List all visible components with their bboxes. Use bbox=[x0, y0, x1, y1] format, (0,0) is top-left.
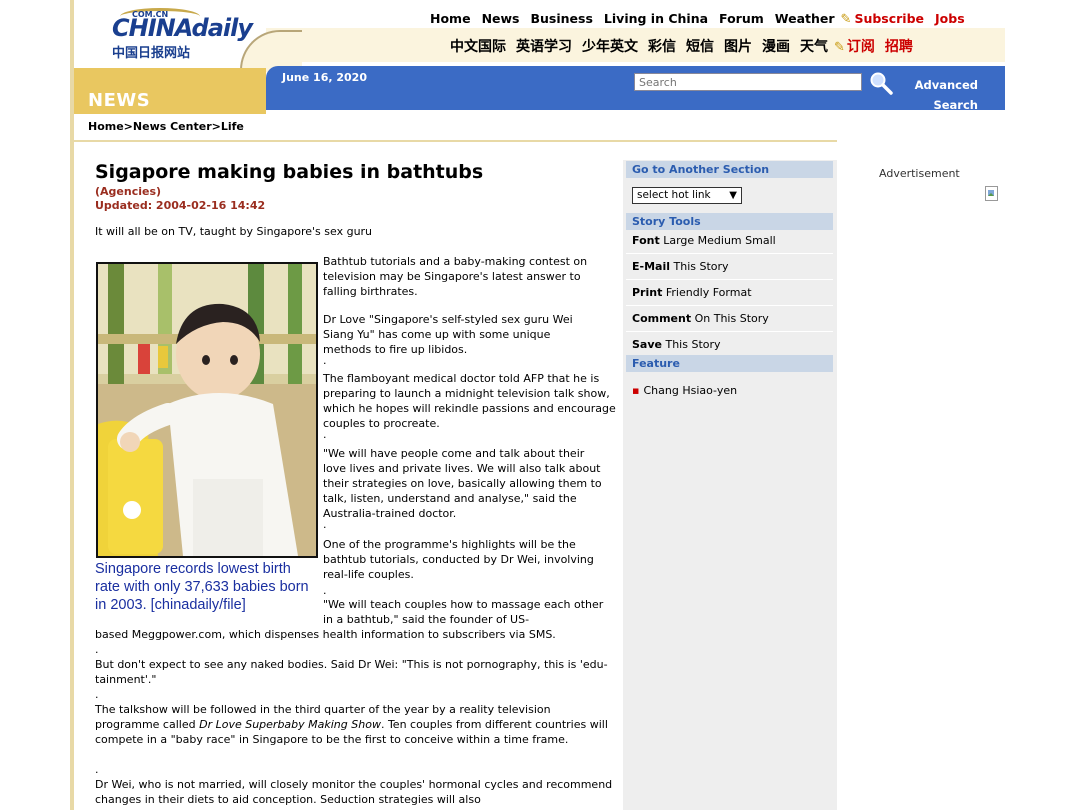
nav-cn-comics[interactable]: 漫画 bbox=[762, 39, 790, 55]
nav-business[interactable]: Business bbox=[531, 11, 593, 26]
breadcrumb[interactable]: Home>News Center>Life bbox=[88, 120, 244, 133]
tool-comment[interactable]: Comment On This Story bbox=[632, 312, 769, 325]
advanced-search-link[interactable]: Advanced Search bbox=[900, 75, 978, 115]
paragraph-separator: . bbox=[95, 643, 99, 656]
paragraph-separator: . bbox=[95, 763, 99, 776]
nav-forum[interactable]: Forum bbox=[719, 11, 764, 26]
paragraph-separator: . bbox=[95, 688, 99, 701]
article-source: (Agencies) bbox=[95, 185, 162, 198]
tool-save-text: This Story bbox=[665, 338, 721, 351]
current-date: June 16, 2020 bbox=[282, 71, 367, 84]
tool-email[interactable]: E-Mail This Story bbox=[632, 260, 729, 273]
logo-brand: CHINAdaily bbox=[112, 14, 253, 42]
paragraph-separator: . bbox=[323, 584, 327, 597]
feature-item-label[interactable]: Chang Hsiao-yen bbox=[643, 384, 737, 397]
paragraph-separator: . bbox=[323, 428, 327, 441]
bullet-icon: ▪ bbox=[632, 384, 640, 397]
story-tools-heading: Story Tools bbox=[626, 213, 833, 230]
paragraph-6: "We will teach couples how to massage ea… bbox=[323, 598, 604, 626]
section-label: NEWS bbox=[88, 90, 151, 111]
paragraph-separator: . bbox=[323, 518, 327, 531]
advertisement-label: Advertisement bbox=[879, 167, 960, 180]
tool-font-label: Font bbox=[632, 234, 660, 247]
nav-cn-english-study[interactable]: 英语学习 bbox=[516, 39, 572, 55]
sidebar bbox=[623, 160, 837, 810]
feature-heading: Feature bbox=[626, 355, 833, 372]
paragraph-1: Bathtub tutorials and a baby-making cont… bbox=[323, 255, 588, 298]
nav-news[interactable]: News bbox=[482, 11, 520, 26]
go-section-heading: Go to Another Section bbox=[626, 161, 833, 178]
paragraph-separator: . bbox=[323, 354, 327, 367]
article-headline: Sigapore making babies in bathtubs bbox=[95, 161, 484, 183]
tool-comment-text: On This Story bbox=[694, 312, 769, 325]
nav-weather[interactable]: Weather bbox=[775, 11, 835, 26]
nav-living-in-china[interactable]: Living in China bbox=[604, 11, 708, 26]
nav-cn-photos[interactable]: 图片 bbox=[724, 39, 752, 55]
chevron-down-icon: ▼ bbox=[729, 190, 737, 201]
nav-cn-jobs[interactable]: 招聘 bbox=[885, 39, 913, 55]
article-deck: It will all be on TV, taught by Singapor… bbox=[95, 225, 373, 238]
logo-subtitle: 中国日报网站 bbox=[112, 46, 191, 61]
search-input[interactable] bbox=[634, 73, 862, 91]
tool-font[interactable]: Font Large Medium Small bbox=[632, 234, 776, 247]
paragraph-3: The flamboyant medical doctor told AFP t… bbox=[323, 372, 616, 430]
broken-image-icon[interactable] bbox=[985, 186, 1001, 202]
search-icon[interactable] bbox=[868, 70, 894, 96]
tool-font-options[interactable]: Large Medium Small bbox=[663, 234, 775, 247]
paragraph-4: "We will have people come and talk about… bbox=[323, 447, 602, 520]
tool-save[interactable]: Save This Story bbox=[632, 338, 721, 351]
paragraph-2: Dr Love "Singapore's self-styled sex gur… bbox=[323, 313, 573, 356]
nav-jobs[interactable]: Jobs bbox=[935, 11, 965, 26]
photo-caption: Singapore records lowest birth rate with… bbox=[95, 561, 309, 613]
article-updated: Updated: 2004-02-16 14:42 bbox=[95, 199, 266, 212]
tool-save-label: Save bbox=[632, 338, 662, 351]
feature-item[interactable]: ▪ Chang Hsiao-yen bbox=[632, 384, 737, 397]
hot-link-value: select hot link bbox=[637, 189, 711, 201]
hot-link-select[interactable]: select hot link ▼ bbox=[632, 187, 742, 204]
tool-divider bbox=[626, 305, 833, 306]
nav-cn-sms[interactable]: 短信 bbox=[686, 39, 714, 55]
paragraph-7: But don't expect to see any naked bodies… bbox=[95, 658, 608, 686]
tool-divider bbox=[626, 279, 833, 280]
english-nav: Home News Business Living in China Forum Weat… bbox=[430, 11, 976, 27]
pencil-icon: ✎ bbox=[834, 40, 845, 55]
pencil-icon: ✎ bbox=[840, 12, 852, 27]
nav-cn-youth[interactable]: 少年英文 bbox=[582, 39, 638, 55]
paragraph-9: Dr Wei, who is not married, will closely… bbox=[95, 778, 613, 806]
tool-email-label: E-Mail bbox=[632, 260, 670, 273]
tool-email-text: This Story bbox=[673, 260, 729, 273]
tool-comment-label: Comment bbox=[632, 312, 692, 325]
paragraph-6-continued: based Meggpower.com, which dispenses hea… bbox=[95, 628, 556, 641]
nav-cn-weather[interactable]: 天气 bbox=[800, 39, 828, 55]
ad-column bbox=[837, 140, 1005, 810]
article-photo bbox=[96, 262, 318, 558]
nav-subscribe[interactable]: Subscribe bbox=[854, 11, 924, 26]
nav-cn-mms[interactable]: 彩信 bbox=[648, 39, 676, 55]
tool-divider bbox=[626, 331, 833, 332]
tool-print-label: Print bbox=[632, 286, 663, 299]
nav-home[interactable]: Home bbox=[430, 11, 471, 26]
tool-print-text: Friendly Format bbox=[665, 286, 752, 299]
nav-cn-intl[interactable]: 中文国际 bbox=[450, 39, 506, 55]
chinese-nav: 中文国际 英语学习 少年英文 彩信 短信 图片 漫画 天气 ✎ 订阅 招聘 bbox=[450, 36, 923, 56]
tool-print[interactable]: Print Friendly Format bbox=[632, 286, 752, 299]
paragraph-5: One of the programme's highlights will b… bbox=[323, 538, 594, 581]
tool-divider bbox=[626, 253, 833, 254]
nav-cn-subscribe[interactable]: 订阅 bbox=[847, 39, 875, 55]
paragraph-8: The talkshow will be followed in the thi… bbox=[95, 702, 615, 747]
show-title: Dr Love Superbaby Making Show bbox=[199, 718, 381, 731]
